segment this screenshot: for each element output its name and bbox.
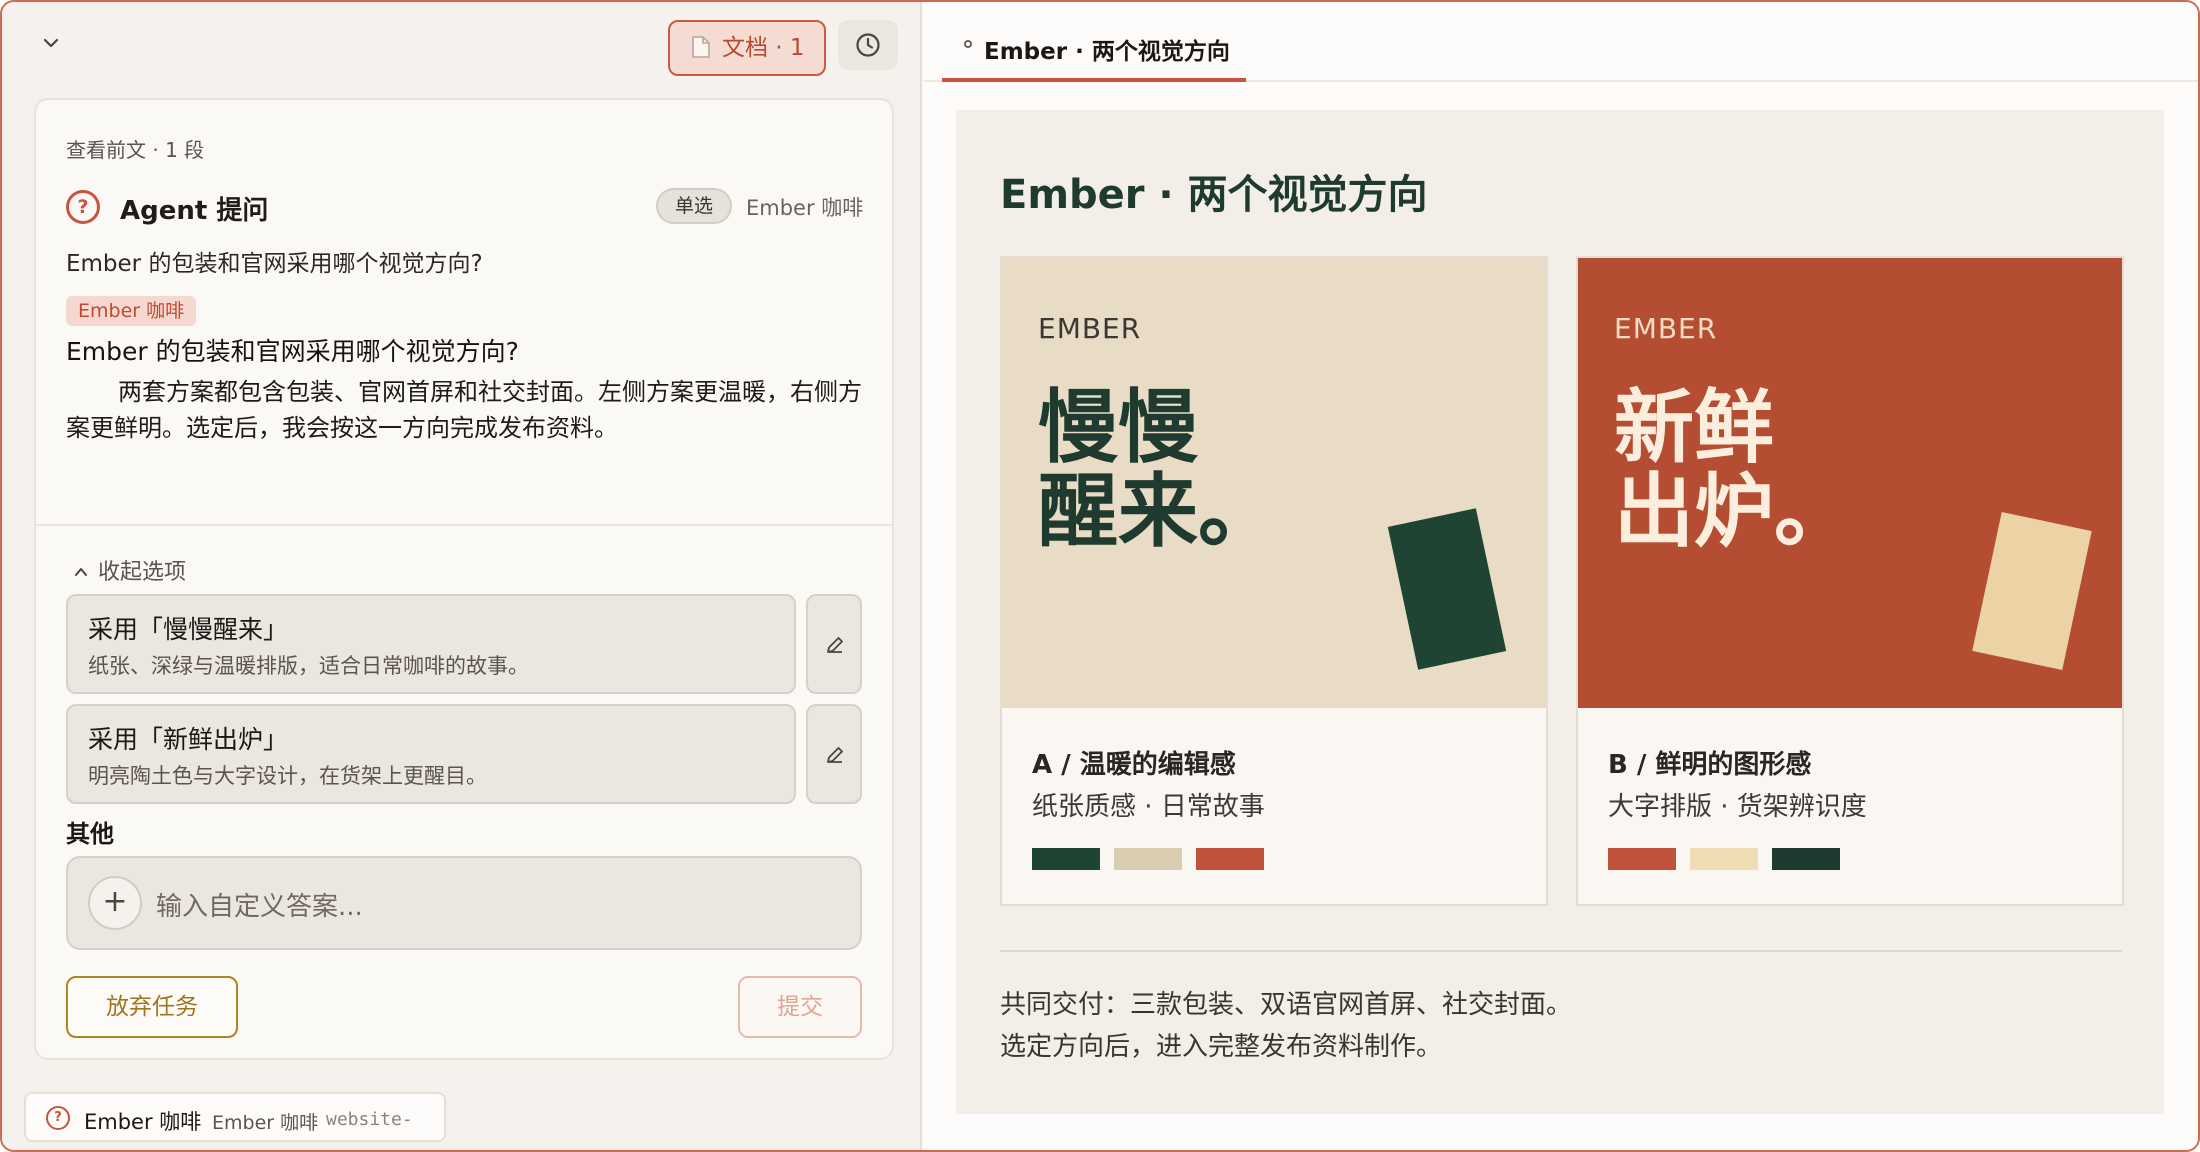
- collapse-options-toggle[interactable]: 收起选项: [72, 554, 186, 586]
- task-tab-file: website-: [326, 1109, 413, 1130]
- documents-button-label: 文档 · 1: [722, 35, 805, 61]
- card-a-label: A / 温暖的编辑感: [1032, 750, 1236, 780]
- document-icon: [690, 26, 712, 58]
- divider: [36, 524, 892, 526]
- brand-wordmark: EMBER: [1614, 312, 1718, 345]
- submit-button[interactable]: 提交: [738, 976, 862, 1038]
- option-description: 明亮陶土色与大字设计，在货架上更醒目。: [88, 764, 487, 788]
- chevron-down-icon[interactable]: [36, 32, 66, 62]
- color-swatch: [1772, 848, 1840, 870]
- other-label: 其他: [66, 820, 114, 848]
- question-icon: ?: [46, 1106, 70, 1130]
- document-preview-panel: Ember · 两个视觉方向 Ember · 两个视觉方向 EMBER 慢慢 醒…: [924, 2, 2198, 1150]
- brand-wordmark: EMBER: [1038, 312, 1142, 345]
- question-title: Ember 的包装和官网采用哪个视觉方向?: [66, 337, 519, 366]
- deliverables-line: 选定方向后，进入完整发布资料制作。: [1000, 1032, 1443, 1062]
- task-tab[interactable]: ? Ember 咖啡 Ember 咖啡 website-: [24, 1092, 446, 1142]
- headline-line: 出炉。: [1614, 465, 1854, 558]
- package-shape: [1387, 508, 1507, 670]
- tab-visual-directions[interactable]: Ember · 两个视觉方向: [942, 2, 1246, 82]
- deliverables-note: 共同交付：三款包装、双语官网首屏、社交封面。 选定方向后，进入完整发布资料制作。: [1000, 984, 1572, 1068]
- color-swatch: [1690, 848, 1758, 870]
- clock-icon: [856, 33, 880, 57]
- card-a-headline: 慢慢 醒来。: [1038, 386, 1278, 554]
- custom-answer-field[interactable]: + 输入自定义答案...: [66, 856, 862, 950]
- task-tab-name: Ember 咖啡: [84, 1110, 202, 1134]
- card-a-artwork: EMBER 慢慢 醒来。: [1002, 258, 1546, 708]
- color-swatch: [1114, 848, 1182, 870]
- collapse-options-label: 收起选项: [98, 560, 187, 585]
- pencil-icon: [827, 747, 843, 763]
- question-text: Ember 的包装和官网采用哪个视觉方向?: [66, 251, 483, 277]
- tab-label: Ember · 两个视觉方向: [984, 39, 1230, 65]
- color-swatch: [1196, 848, 1264, 870]
- color-swatch: [1608, 848, 1676, 870]
- headline-line: 慢慢: [1038, 381, 1198, 474]
- card-b-subtitle: 大字排版 · 货架辨识度: [1608, 792, 1867, 822]
- project-name: Ember 咖啡: [746, 196, 864, 220]
- deliverables-line: 共同交付：三款包装、双语官网首屏、社交封面。: [1000, 990, 1573, 1020]
- option-title: 采用「新鲜出炉」: [88, 725, 289, 754]
- headline-line: 醒来。: [1038, 465, 1278, 558]
- task-tab-project: Ember 咖啡: [212, 1112, 319, 1134]
- option-fresh-baked[interactable]: 采用「新鲜出炉」 明亮陶土色与大字设计，在货架上更醒目。: [66, 704, 796, 804]
- single-choice-badge: 单选: [656, 188, 732, 224]
- option-description: 纸张、深绿与温暖排版，适合日常咖啡的故事。: [88, 654, 529, 678]
- page-title: Ember · 两个视觉方向: [1000, 172, 1428, 218]
- direction-card-b[interactable]: EMBER 新鲜 出炉。 B / 鲜明的图形感 大字排版 · 货架辨识度: [1576, 256, 2124, 906]
- documents-button[interactable]: 文档 · 1: [668, 20, 826, 76]
- document-tab-bar: Ember · 两个视觉方向: [924, 2, 2198, 82]
- document-canvas: Ember · 两个视觉方向 EMBER 慢慢 醒来。 A / 温暖的编辑感 纸…: [956, 110, 2164, 1114]
- card-b-label: B / 鲜明的图形感: [1608, 750, 1812, 780]
- edit-option-button[interactable]: [806, 594, 862, 694]
- view-previous-link[interactable]: 查看前文 · 1 段: [66, 134, 204, 163]
- pencil-icon: [827, 637, 843, 653]
- card-b-headline: 新鲜 出炉。: [1614, 386, 1854, 554]
- headline-line: 新鲜: [1614, 381, 1774, 474]
- question-icon: ?: [66, 190, 100, 224]
- custom-answer-placeholder[interactable]: 输入自定义答案...: [156, 886, 363, 923]
- app-window: 文档 · 1 查看前文 · 1 段 ? Agent 提问 单选 Ember 咖啡…: [0, 0, 2200, 1152]
- question-description: 两套方案都包含包装、官网首屏和社交封面。左侧方案更温暖，右侧方案更鲜明。选定后，…: [66, 378, 862, 442]
- plus-icon[interactable]: +: [88, 876, 142, 930]
- question-card: 查看前文 · 1 段 ? Agent 提问 单选 Ember 咖啡 Ember …: [34, 98, 894, 1060]
- card-b-artwork: EMBER 新鲜 出炉。: [1578, 258, 2122, 708]
- conversation-panel: 文档 · 1 查看前文 · 1 段 ? Agent 提问 单选 Ember 咖啡…: [2, 2, 922, 1150]
- question-heading: Agent 提问: [120, 196, 269, 226]
- card-a-subtitle: 纸张质感 · 日常故事: [1032, 792, 1265, 822]
- option-title: 采用「慢慢醒来」: [88, 615, 289, 644]
- tab-dot-icon: [964, 40, 972, 48]
- project-tag: Ember 咖啡: [66, 296, 197, 326]
- direction-card-a[interactable]: EMBER 慢慢 醒来。 A / 温暖的编辑感 纸张质感 · 日常故事: [1000, 256, 1548, 906]
- package-shape: [1972, 511, 2092, 671]
- chevron-up-icon: [75, 568, 87, 576]
- section-divider: [1000, 950, 2122, 952]
- history-button[interactable]: [838, 20, 898, 70]
- edit-option-button[interactable]: [806, 704, 862, 804]
- color-swatch: [1032, 848, 1100, 870]
- option-slow-wake[interactable]: 采用「慢慢醒来」 纸张、深绿与温暖排版，适合日常咖啡的故事。: [66, 594, 796, 694]
- abandon-task-button[interactable]: 放弃任务: [66, 976, 238, 1038]
